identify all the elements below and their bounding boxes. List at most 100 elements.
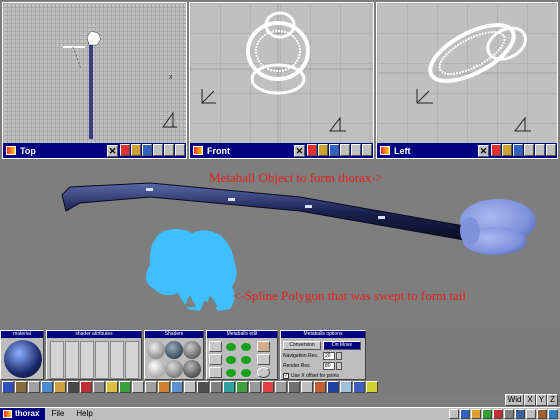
shader-slot[interactable] <box>65 341 79 379</box>
navigation-icon[interactable] <box>93 381 105 393</box>
view-select-icon[interactable] <box>491 144 501 156</box>
boolean-icon[interactable] <box>197 381 209 393</box>
light-icon[interactable] <box>262 381 274 393</box>
render-tool-icon[interactable] <box>106 381 118 393</box>
deform-icon[interactable] <box>171 381 183 393</box>
metaball-delete-icon[interactable] <box>257 367 270 378</box>
menu-file[interactable]: File <box>45 408 70 420</box>
status-icon[interactable] <box>449 409 459 419</box>
status-icon[interactable] <box>504 409 514 419</box>
navigation-res-spinner[interactable] <box>336 352 342 360</box>
shader-sphere[interactable] <box>183 360 201 378</box>
on-move-button[interactable]: On Move <box>323 340 361 350</box>
snap-icon[interactable] <box>301 381 313 393</box>
metaball-torus-icon[interactable] <box>241 356 251 364</box>
metaball-negative-icon[interactable] <box>226 369 236 377</box>
scene-icon[interactable] <box>340 381 352 393</box>
paint-icon[interactable] <box>236 381 248 393</box>
zoom-icon[interactable] <box>535 144 545 156</box>
shader-slot[interactable] <box>110 341 124 379</box>
menu-help[interactable]: Help <box>70 408 98 420</box>
shader-slot[interactable] <box>95 341 109 379</box>
pan-icon[interactable] <box>524 144 534 156</box>
metaball-sphere-icon[interactable] <box>226 343 236 351</box>
metaball-scale-icon[interactable] <box>257 354 270 365</box>
grid-icon[interactable] <box>288 381 300 393</box>
plugin-icon[interactable] <box>353 381 365 393</box>
file-icon[interactable] <box>15 381 27 393</box>
camera-icon[interactable] <box>513 144 523 156</box>
object-move-icon[interactable] <box>54 381 66 393</box>
lathe-icon[interactable] <box>223 381 235 393</box>
conversion-button[interactable]: Conversion <box>283 340 321 350</box>
camera-icon[interactable] <box>142 144 152 156</box>
rotate-icon[interactable] <box>175 144 185 156</box>
close-icon[interactable]: ✕ <box>294 144 305 157</box>
perspective-render-view[interactable]: Metaball Object to form thorax-> <-Splin… <box>0 161 560 327</box>
shader-slot[interactable] <box>50 341 64 379</box>
view-select-icon[interactable] <box>120 144 130 156</box>
close-icon[interactable]: ✕ <box>107 144 118 157</box>
viewport-top[interactable]: x Top ✕ <box>2 2 187 159</box>
undo-icon[interactable] <box>2 381 14 393</box>
model-tool-icon[interactable] <box>158 381 170 393</box>
view-select-icon[interactable] <box>307 144 317 156</box>
use-x-offset-checkbox[interactable]: ✓ <box>283 373 289 379</box>
z-axis-button[interactable]: Z <box>547 394 558 406</box>
close-icon[interactable]: ✕ <box>478 144 489 157</box>
metaball-move-icon[interactable] <box>209 354 222 365</box>
object-tool-icon[interactable] <box>28 381 40 393</box>
spline-tool-icon[interactable] <box>210 381 222 393</box>
status-icon[interactable] <box>460 409 470 419</box>
eye-move-icon[interactable] <box>41 381 53 393</box>
shader-sphere[interactable] <box>183 341 201 359</box>
pan-icon[interactable] <box>340 144 350 156</box>
axis-icon[interactable] <box>314 381 326 393</box>
camera-tool-icon[interactable] <box>275 381 287 393</box>
metaball-add-icon[interactable] <box>209 341 222 352</box>
camera-icon[interactable] <box>329 144 339 156</box>
wid-button[interactable]: Wid <box>504 394 525 406</box>
sweep-icon[interactable] <box>184 381 196 393</box>
help-icon[interactable] <box>366 381 378 393</box>
metaball-rotate-icon[interactable] <box>209 367 222 378</box>
render-res-spinner[interactable] <box>336 362 342 370</box>
object-scale-icon[interactable] <box>80 381 92 393</box>
shader-slot[interactable] <box>125 341 139 379</box>
viewport-left[interactable]: Left ✕ <box>376 2 558 159</box>
shader-sphere[interactable] <box>165 341 183 359</box>
material-tool-icon[interactable] <box>249 381 261 393</box>
shader-sphere[interactable] <box>165 360 183 378</box>
object-rotate-icon[interactable] <box>67 381 79 393</box>
status-icon[interactable] <box>537 409 547 419</box>
status-icon[interactable] <box>493 409 503 419</box>
metaball-ellipsoid-icon[interactable] <box>241 343 251 351</box>
rotate-icon[interactable] <box>362 144 372 156</box>
render-icon[interactable] <box>318 144 328 156</box>
shader-sphere[interactable] <box>147 341 165 359</box>
status-icon[interactable] <box>526 409 536 419</box>
material-preview-sphere[interactable] <box>4 340 42 378</box>
render-icon[interactable] <box>502 144 512 156</box>
render-icon[interactable] <box>131 144 141 156</box>
y-axis-button[interactable]: Y <box>535 394 548 406</box>
zoom-icon[interactable] <box>164 144 174 156</box>
hierarchy-icon[interactable] <box>327 381 339 393</box>
metaball-group-icon[interactable] <box>241 369 251 377</box>
render-res-field[interactable]: 80 <box>323 362 335 370</box>
rotate-icon[interactable] <box>546 144 556 156</box>
status-icon[interactable] <box>515 409 525 419</box>
shader-sphere[interactable] <box>147 360 165 378</box>
sphere-primitive-icon[interactable] <box>132 381 144 393</box>
animation-icon[interactable] <box>119 381 131 393</box>
cube-primitive-icon[interactable] <box>145 381 157 393</box>
navigation-res-field[interactable]: 20 <box>323 352 335 360</box>
shader-slot[interactable] <box>80 341 94 379</box>
viewport-front[interactable]: Front ✕ <box>189 2 374 159</box>
status-icon[interactable] <box>471 409 481 419</box>
x-axis-button[interactable]: X <box>524 394 536 406</box>
status-icon[interactable] <box>482 409 492 419</box>
zoom-icon[interactable] <box>351 144 361 156</box>
pan-icon[interactable] <box>153 144 163 156</box>
metaball-color-icon[interactable] <box>257 341 270 352</box>
